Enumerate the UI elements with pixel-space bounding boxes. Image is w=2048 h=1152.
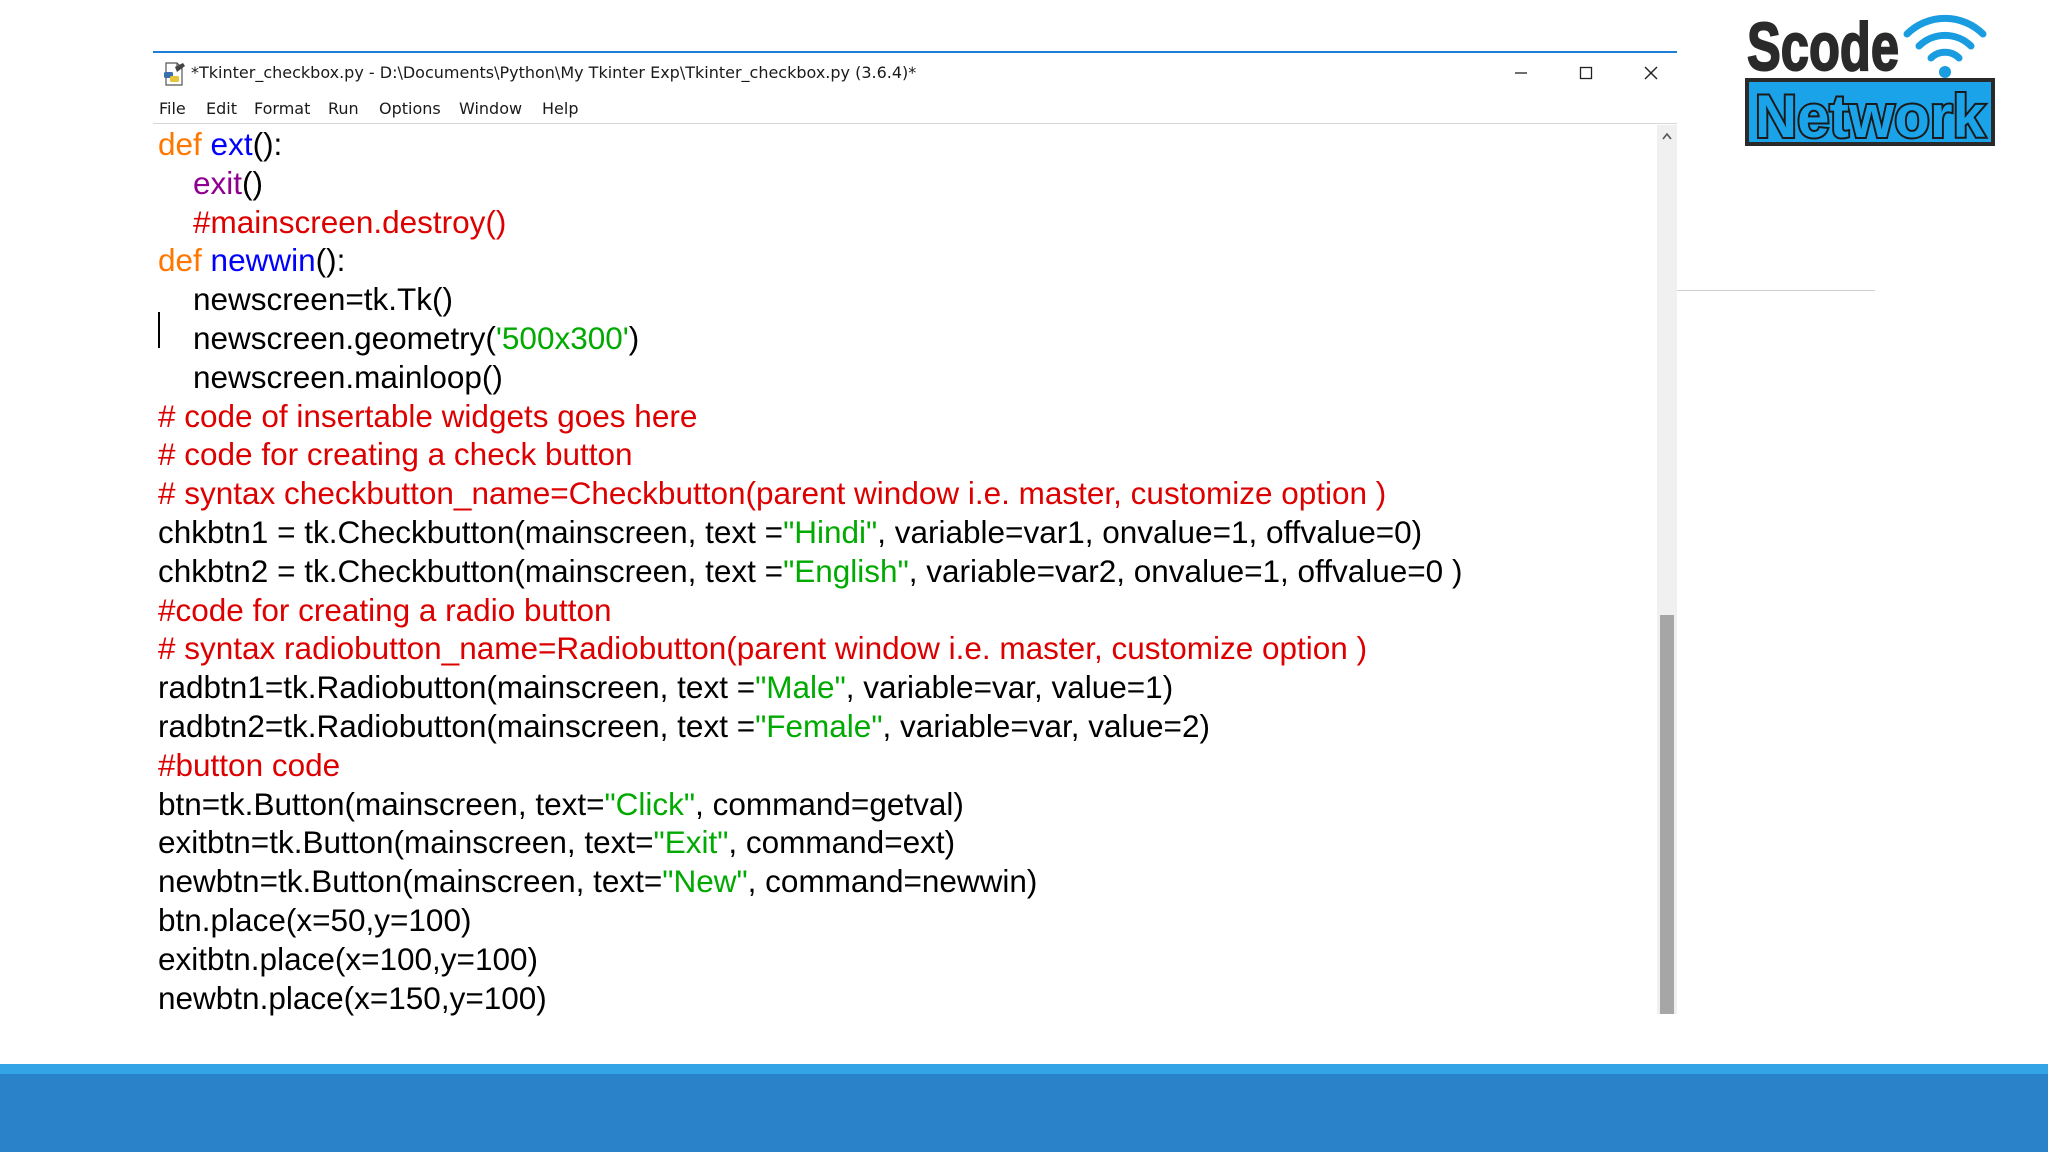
code-line[interactable]: newbtn=tk.Button(mainscreen, text="New",… (158, 862, 1037, 900)
code-line[interactable]: newscreen=tk.Tk() (158, 280, 453, 318)
minimize-button[interactable] (1489, 53, 1553, 93)
logo-text-scode: Scode (1747, 10, 1899, 85)
code-token: (): (315, 242, 346, 279)
code-token: exitbtn.place(x=100,y=100) (158, 940, 538, 977)
code-token: #button code (158, 746, 341, 783)
code-token: exitbtn=tk.Button(mainscreen, text= (158, 824, 654, 861)
code-token: , command=ext) (728, 824, 956, 861)
scode-network-logo: Scode Network (1745, 10, 1995, 150)
menu-bar: File Edit Format Run Options Window Help (153, 93, 1677, 124)
code-token: newbtn.place(x=150,y=100) (158, 979, 547, 1016)
slide-divider (1677, 290, 1875, 291)
menu-edit[interactable]: Edit (206, 99, 237, 118)
code-line[interactable]: newscreen.geometry('500x300') (158, 319, 639, 357)
code-line[interactable]: radbtn1=tk.Radiobutton(mainscreen, text … (158, 668, 1173, 706)
code-token: chkbtn2 = tk.Checkbutton(mainscreen, tex… (158, 552, 784, 589)
code-line[interactable]: chkbtn2 = tk.Checkbutton(mainscreen, tex… (158, 552, 1462, 590)
code-token: , variable=var1, onvalue=1, offvalue=0) (877, 514, 1423, 550)
code-line[interactable]: exit() (158, 164, 263, 202)
code-token: newscreen.mainloop() (158, 358, 503, 395)
code-token: '500x300' (495, 320, 629, 356)
maximize-button[interactable] (1554, 53, 1618, 93)
code-line[interactable]: #mainscreen.destroy() (158, 203, 506, 241)
code-token: "Male" (755, 669, 846, 706)
code-line[interactable]: chkbtn1 = tk.Checkbutton(mainscreen, tex… (158, 513, 1422, 551)
code-line[interactable]: #button code (158, 746, 340, 784)
code-line[interactable]: radbtn2=tk.Radiobutton(mainscreen, text … (158, 707, 1210, 745)
menu-options[interactable]: Options (379, 99, 441, 118)
footer-band (0, 1074, 2048, 1152)
wifi-icon (1903, 14, 1987, 78)
code-token: "New" (662, 863, 748, 900)
code-token: btn=tk.Button(mainscreen, text= (158, 785, 605, 822)
code-token: newwin (210, 242, 316, 279)
code-token: exit (193, 164, 243, 201)
code-token: # code of insertable widgets goes here (158, 397, 698, 434)
title-bar[interactable]: *Tkinter_checkbox.py - D:\Documents\Pyth… (153, 53, 1677, 93)
code-line[interactable]: newbtn.place(x=150,y=100) (158, 979, 547, 1017)
code-line[interactable]: btn.place(x=50,y=100) (158, 901, 471, 939)
code-token: btn.place(x=50,y=100) (158, 902, 472, 938)
python-file-icon (164, 62, 185, 86)
code-token: def (158, 126, 211, 162)
logo-text-network: Network (1755, 83, 1986, 150)
code-token: newbtn=tk.Button(mainscreen, text= (158, 863, 663, 900)
code-line[interactable]: exitbtn=tk.Button(mainscreen, text="Exit… (158, 823, 955, 861)
code-line[interactable]: newscreen.mainloop() (158, 358, 503, 396)
code-token: #code for creating a radio button (158, 591, 612, 628)
code-token: # syntax checkbutton_name=Checkbutton(pa… (158, 475, 1387, 512)
code-token: #mainscreen.destroy() (158, 203, 507, 240)
code-line[interactable]: #code for creating a radio button (158, 591, 612, 629)
code-token: , command=newwin) (747, 863, 1038, 900)
code-token: "Female" (755, 708, 883, 744)
code-token: "English" (783, 552, 909, 589)
code-line[interactable]: btn=tk.Button(mainscreen, text="Click", … (158, 785, 964, 823)
code-line[interactable]: # code of insertable widgets goes here (158, 397, 697, 435)
code-line[interactable]: # syntax radiobutton_name=Radiobutton(pa… (158, 629, 1367, 667)
code-line[interactable]: # code for creating a check button (158, 435, 633, 473)
code-token: newscreen.geometry( (158, 320, 496, 356)
minimize-icon (1515, 72, 1527, 74)
code-token: ext (210, 126, 253, 162)
maximize-icon (1579, 66, 1593, 80)
scroll-up-arrow-icon[interactable] (1657, 125, 1677, 149)
code-token: radbtn1=tk.Radiobutton(mainscreen, text … (158, 669, 756, 706)
menu-help[interactable]: Help (542, 99, 578, 118)
code-token: chkbtn1 = tk.Checkbutton(mainscreen, tex… (158, 514, 784, 550)
code-token: , variable=var, value=2) (882, 708, 1210, 744)
menu-file[interactable]: File (159, 99, 186, 118)
code-token: newscreen=tk.Tk() (158, 281, 453, 318)
close-button[interactable] (1619, 53, 1683, 93)
menu-window[interactable]: Window (459, 99, 522, 118)
code-token: , variable=var2, onvalue=1, offvalue=0 ) (908, 552, 1463, 589)
code-token: "Hindi" (783, 514, 878, 550)
code-token: "Click" (604, 785, 696, 822)
code-token: , variable=var, value=1) (845, 669, 1174, 706)
vertical-scrollbar[interactable] (1657, 125, 1677, 1014)
code-token: , command=getval) (695, 785, 964, 822)
code-token: # syntax radiobutton_name=Radiobutton(pa… (158, 630, 1368, 667)
code-line[interactable]: # syntax checkbutton_name=Checkbutton(pa… (158, 474, 1386, 512)
code-token: radbtn2=tk.Radiobutton(mainscreen, text … (158, 708, 756, 744)
window-title: *Tkinter_checkbox.py - D:\Documents\Pyth… (191, 63, 917, 82)
menu-format[interactable]: Format (254, 99, 310, 118)
menu-run[interactable]: Run (328, 99, 359, 118)
code-token: def (158, 242, 211, 279)
idle-editor-window: *Tkinter_checkbox.py - D:\Documents\Pyth… (153, 51, 1677, 1017)
code-line[interactable]: def newwin(): (158, 241, 345, 279)
code-token: () (242, 164, 264, 201)
scrollbar-thumb[interactable] (1660, 615, 1674, 1014)
code-line[interactable]: exitbtn.place(x=100,y=100) (158, 940, 538, 978)
code-line[interactable]: def ext(): (158, 125, 282, 163)
code-token: # code for creating a check button (158, 436, 633, 473)
code-editor[interactable]: def ext(): exit() #mainscreen.destroy() d… (153, 125, 1657, 1017)
footer-accent-band (0, 1064, 2048, 1074)
code-token: (): (252, 126, 283, 162)
close-icon (1644, 66, 1658, 80)
code-token: ) (628, 320, 640, 356)
code-token: "Exit" (653, 824, 729, 861)
